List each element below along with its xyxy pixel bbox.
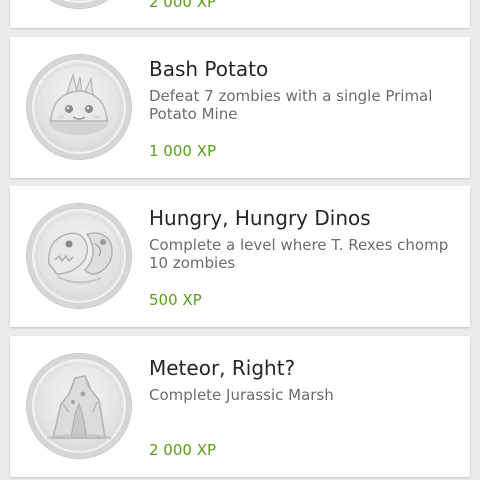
achievement-xp: 2 000 XP	[149, 441, 217, 459]
achievement-xp: 500 XP	[149, 291, 202, 309]
achievement-card-meteor-right[interactable]: Meteor, Right? Complete Jurassic Marsh 2…	[10, 336, 470, 477]
achievement-title: Bash Potato	[149, 57, 269, 81]
primal-potato-mine-badge-icon	[27, 55, 131, 159]
achievements-list[interactable]: 2 000 XP Bash Potato Defeat 7 zombies wi…	[0, 0, 480, 480]
achievement-card-bash-potato[interactable]: Bash Potato Defeat 7 zombies with a sing…	[10, 37, 470, 178]
achievement-badge-icon	[27, 0, 131, 8]
achievement-description: Complete a level where T. Rexes chomp 10…	[149, 236, 449, 272]
t-rex-badge-icon	[27, 204, 131, 308]
achievement-xp: 2 000 XP	[149, 0, 217, 11]
achievement-card-hungry-hungry-dinos[interactable]: Hungry, Hungry Dinos Complete a level wh…	[10, 186, 470, 327]
meteor-badge-icon	[27, 354, 131, 458]
achievement-description: Defeat 7 zombies with a single Primal Po…	[149, 87, 433, 123]
achievement-title: Meteor, Right?	[149, 356, 296, 380]
achievement-card[interactable]: 2 000 XP	[10, 0, 470, 28]
achievement-title: Hungry, Hungry Dinos	[149, 206, 371, 230]
achievement-xp: 1 000 XP	[149, 142, 217, 160]
achievement-description: Complete Jurassic Marsh	[149, 386, 334, 404]
